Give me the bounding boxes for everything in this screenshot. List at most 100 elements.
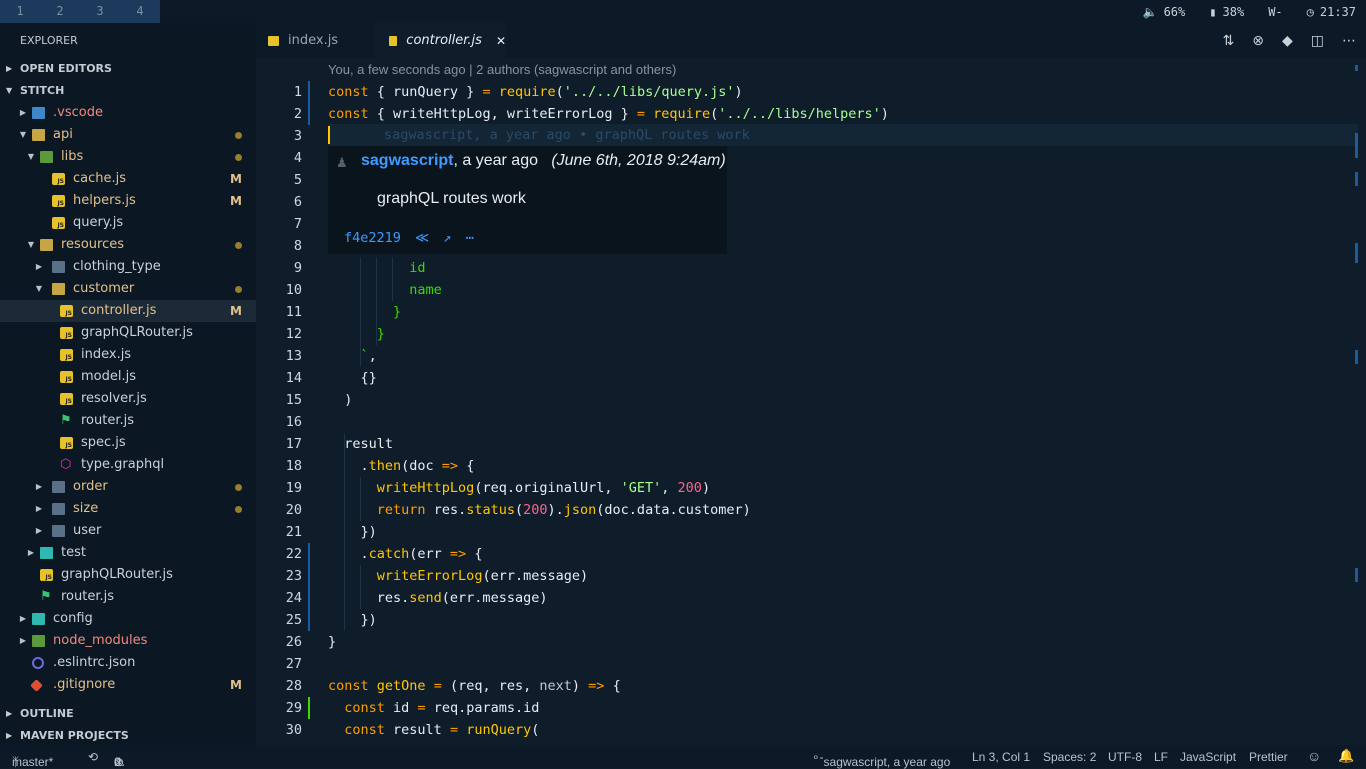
line-number: 26 bbox=[285, 634, 302, 650]
project-section[interactable]: ▼ STITCH bbox=[6, 84, 64, 97]
line-number: 1 bbox=[293, 84, 302, 100]
workspace-4[interactable]: 4 bbox=[120, 0, 160, 23]
tree-item[interactable]: ▼ libs bbox=[0, 146, 256, 168]
indent-guide bbox=[376, 257, 377, 345]
tree-item[interactable]: helpers.js M bbox=[0, 190, 256, 212]
code-line: const { runQuery } = require('../../libs… bbox=[328, 84, 743, 100]
tree-item[interactable]: ▶ .vscode bbox=[0, 102, 256, 124]
tab-controller-js[interactable]: controller.js ✕ bbox=[374, 23, 506, 58]
chevron-down-icon[interactable]: ▼ bbox=[26, 146, 36, 168]
more-actions-icon[interactable]: ⋯ bbox=[1342, 33, 1356, 49]
battery-icon: ▮ bbox=[1209, 4, 1217, 19]
formatter[interactable]: Prettier bbox=[1249, 750, 1288, 764]
speaker-icon[interactable]: 🔈 bbox=[1143, 5, 1158, 19]
tree-item[interactable]: controller.js M bbox=[0, 300, 256, 322]
workspace-3[interactable]: 3 bbox=[80, 0, 120, 23]
tree-item[interactable]: graphQLRouter.js bbox=[0, 564, 256, 586]
compare-changes-icon[interactable]: ⇅ bbox=[1223, 33, 1235, 49]
chevron-down-icon[interactable]: ▼ bbox=[26, 234, 36, 256]
smiley-icon[interactable]: ☺ bbox=[1307, 748, 1321, 764]
eslint-icon bbox=[32, 657, 44, 669]
tree-item-label: graphQLRouter.js bbox=[81, 325, 193, 340]
folder-open-icon bbox=[32, 129, 45, 141]
code-editor[interactable]: You, a few seconds ago | 2 authors (sagw… bbox=[256, 58, 1366, 745]
outline-section[interactable]: ▶ OUTLINE bbox=[6, 707, 74, 720]
tree-item[interactable]: query.js bbox=[0, 212, 256, 234]
tree-item[interactable]: ▼ api bbox=[0, 124, 256, 146]
tree-item[interactable]: .eslintrc.json bbox=[0, 652, 256, 674]
code-line: writeHttpLog(req.originalUrl, 'GET', 200… bbox=[376, 480, 711, 496]
tree-item[interactable]: ▶ size bbox=[0, 498, 256, 520]
chevron-right-icon[interactable]: ▶ bbox=[18, 608, 28, 630]
line-number: 18 bbox=[285, 458, 302, 474]
line-number: 10 bbox=[285, 282, 302, 298]
tree-item[interactable]: ▶ order bbox=[0, 476, 256, 498]
maven-projects-section[interactable]: ▶ MAVEN PROJECTS bbox=[6, 729, 129, 742]
chevron-right-icon[interactable]: ▶ bbox=[18, 102, 28, 124]
bell-icon[interactable]: 🔔 bbox=[1338, 748, 1354, 764]
indent-guide bbox=[360, 477, 361, 521]
tree-item-label: index.js bbox=[81, 347, 132, 362]
git-codelens[interactable]: You, a few seconds ago | 2 authors (sagw… bbox=[328, 62, 676, 77]
language-mode[interactable]: JavaScript bbox=[1180, 750, 1236, 764]
tree-item[interactable]: ▶ test bbox=[0, 542, 256, 564]
commit-author[interactable]: sagwascript bbox=[361, 152, 453, 169]
status-blame[interactable]: ∘- sagwascript, a year ago bbox=[812, 750, 950, 769]
commit-message: graphQL routes work bbox=[377, 190, 526, 207]
folder-icon bbox=[52, 503, 65, 515]
line-endings[interactable]: LF bbox=[1154, 750, 1168, 764]
close-icon[interactable]: ✕ bbox=[496, 34, 506, 48]
tree-item[interactable]: ▼ resources bbox=[0, 234, 256, 256]
indentation[interactable]: Spaces: 2 bbox=[1043, 750, 1096, 764]
tree-item[interactable]: ▶ node_modules bbox=[0, 630, 256, 652]
tree-item-label: helpers.js bbox=[73, 193, 136, 208]
cursor-position[interactable]: Ln 3, Col 1 bbox=[972, 750, 1030, 764]
commit-sha[interactable]: f4e2219 bbox=[344, 230, 401, 246]
open-editors-section[interactable]: ▶ OPEN EDITORS bbox=[6, 62, 112, 75]
workspace-1[interactable]: 1 bbox=[0, 0, 40, 23]
tree-item[interactable]: ⚑ router.js bbox=[0, 586, 256, 608]
tree-item[interactable]: ⬡ type.graphql bbox=[0, 454, 256, 476]
sync-icon[interactable]: ⟲ bbox=[88, 750, 98, 764]
chevron-down-icon[interactable]: ▼ bbox=[18, 124, 28, 146]
split-editor-icon[interactable]: ◫ bbox=[1311, 33, 1324, 49]
tree-item[interactable]: ▶ clothing_type bbox=[0, 256, 256, 278]
editor-actions: ⇅ ⊗ ◆ ◫ ⋯ bbox=[1223, 23, 1356, 58]
chevron-down-icon[interactable]: ▼ bbox=[34, 278, 44, 300]
blame-header: sagwascript, a year ago (June 6th, 2018 … bbox=[361, 152, 726, 170]
chevron-right-icon[interactable]: ▶ bbox=[26, 542, 36, 564]
tree-item[interactable]: ▶ user bbox=[0, 520, 256, 542]
code-line: }) bbox=[328, 524, 377, 540]
chevron-right-icon[interactable]: ▶ bbox=[34, 520, 44, 542]
tree-item[interactable]: resolver.js bbox=[0, 388, 256, 410]
commit-actions[interactable]: ≪ ↗ ⋯ bbox=[415, 230, 474, 246]
tree-item[interactable]: cache.js M bbox=[0, 168, 256, 190]
indent-guide bbox=[360, 257, 361, 367]
tree-item[interactable]: ▼ customer bbox=[0, 278, 256, 300]
tab-index-js[interactable]: index.js bbox=[256, 23, 374, 58]
chevron-right-icon[interactable]: ▶ bbox=[34, 256, 44, 278]
chevron-right-icon[interactable]: ▶ bbox=[18, 630, 28, 652]
tree-item-label: node_modules bbox=[53, 633, 148, 648]
code-line: } bbox=[393, 304, 402, 320]
tree-item[interactable]: .gitignore M bbox=[0, 674, 256, 696]
timeline-icon[interactable]: ⊗ bbox=[1252, 33, 1264, 49]
line-number: 23 bbox=[285, 568, 302, 584]
tree-item-label: query.js bbox=[73, 215, 124, 230]
git-lens-icon[interactable]: ◆ bbox=[1282, 33, 1293, 49]
line-number: 11 bbox=[285, 304, 302, 320]
tree-item[interactable]: ⚑ router.js bbox=[0, 410, 256, 432]
tree-item[interactable]: ▶ config bbox=[0, 608, 256, 630]
tree-item[interactable]: index.js bbox=[0, 344, 256, 366]
tree-item[interactable]: model.js bbox=[0, 366, 256, 388]
folder-lib-icon bbox=[40, 151, 53, 163]
js-file-icon bbox=[60, 349, 73, 362]
chevron-right-icon[interactable]: ▶ bbox=[34, 498, 44, 520]
workspace-2[interactable]: 2 bbox=[40, 0, 80, 23]
git-status-badge: M bbox=[230, 172, 242, 186]
tree-item[interactable]: spec.js bbox=[0, 432, 256, 454]
chevron-right-icon[interactable]: ▶ bbox=[34, 476, 44, 498]
line-number: 25 bbox=[285, 612, 302, 628]
encoding[interactable]: UTF-8 bbox=[1108, 750, 1142, 764]
tree-item[interactable]: graphQLRouter.js bbox=[0, 322, 256, 344]
